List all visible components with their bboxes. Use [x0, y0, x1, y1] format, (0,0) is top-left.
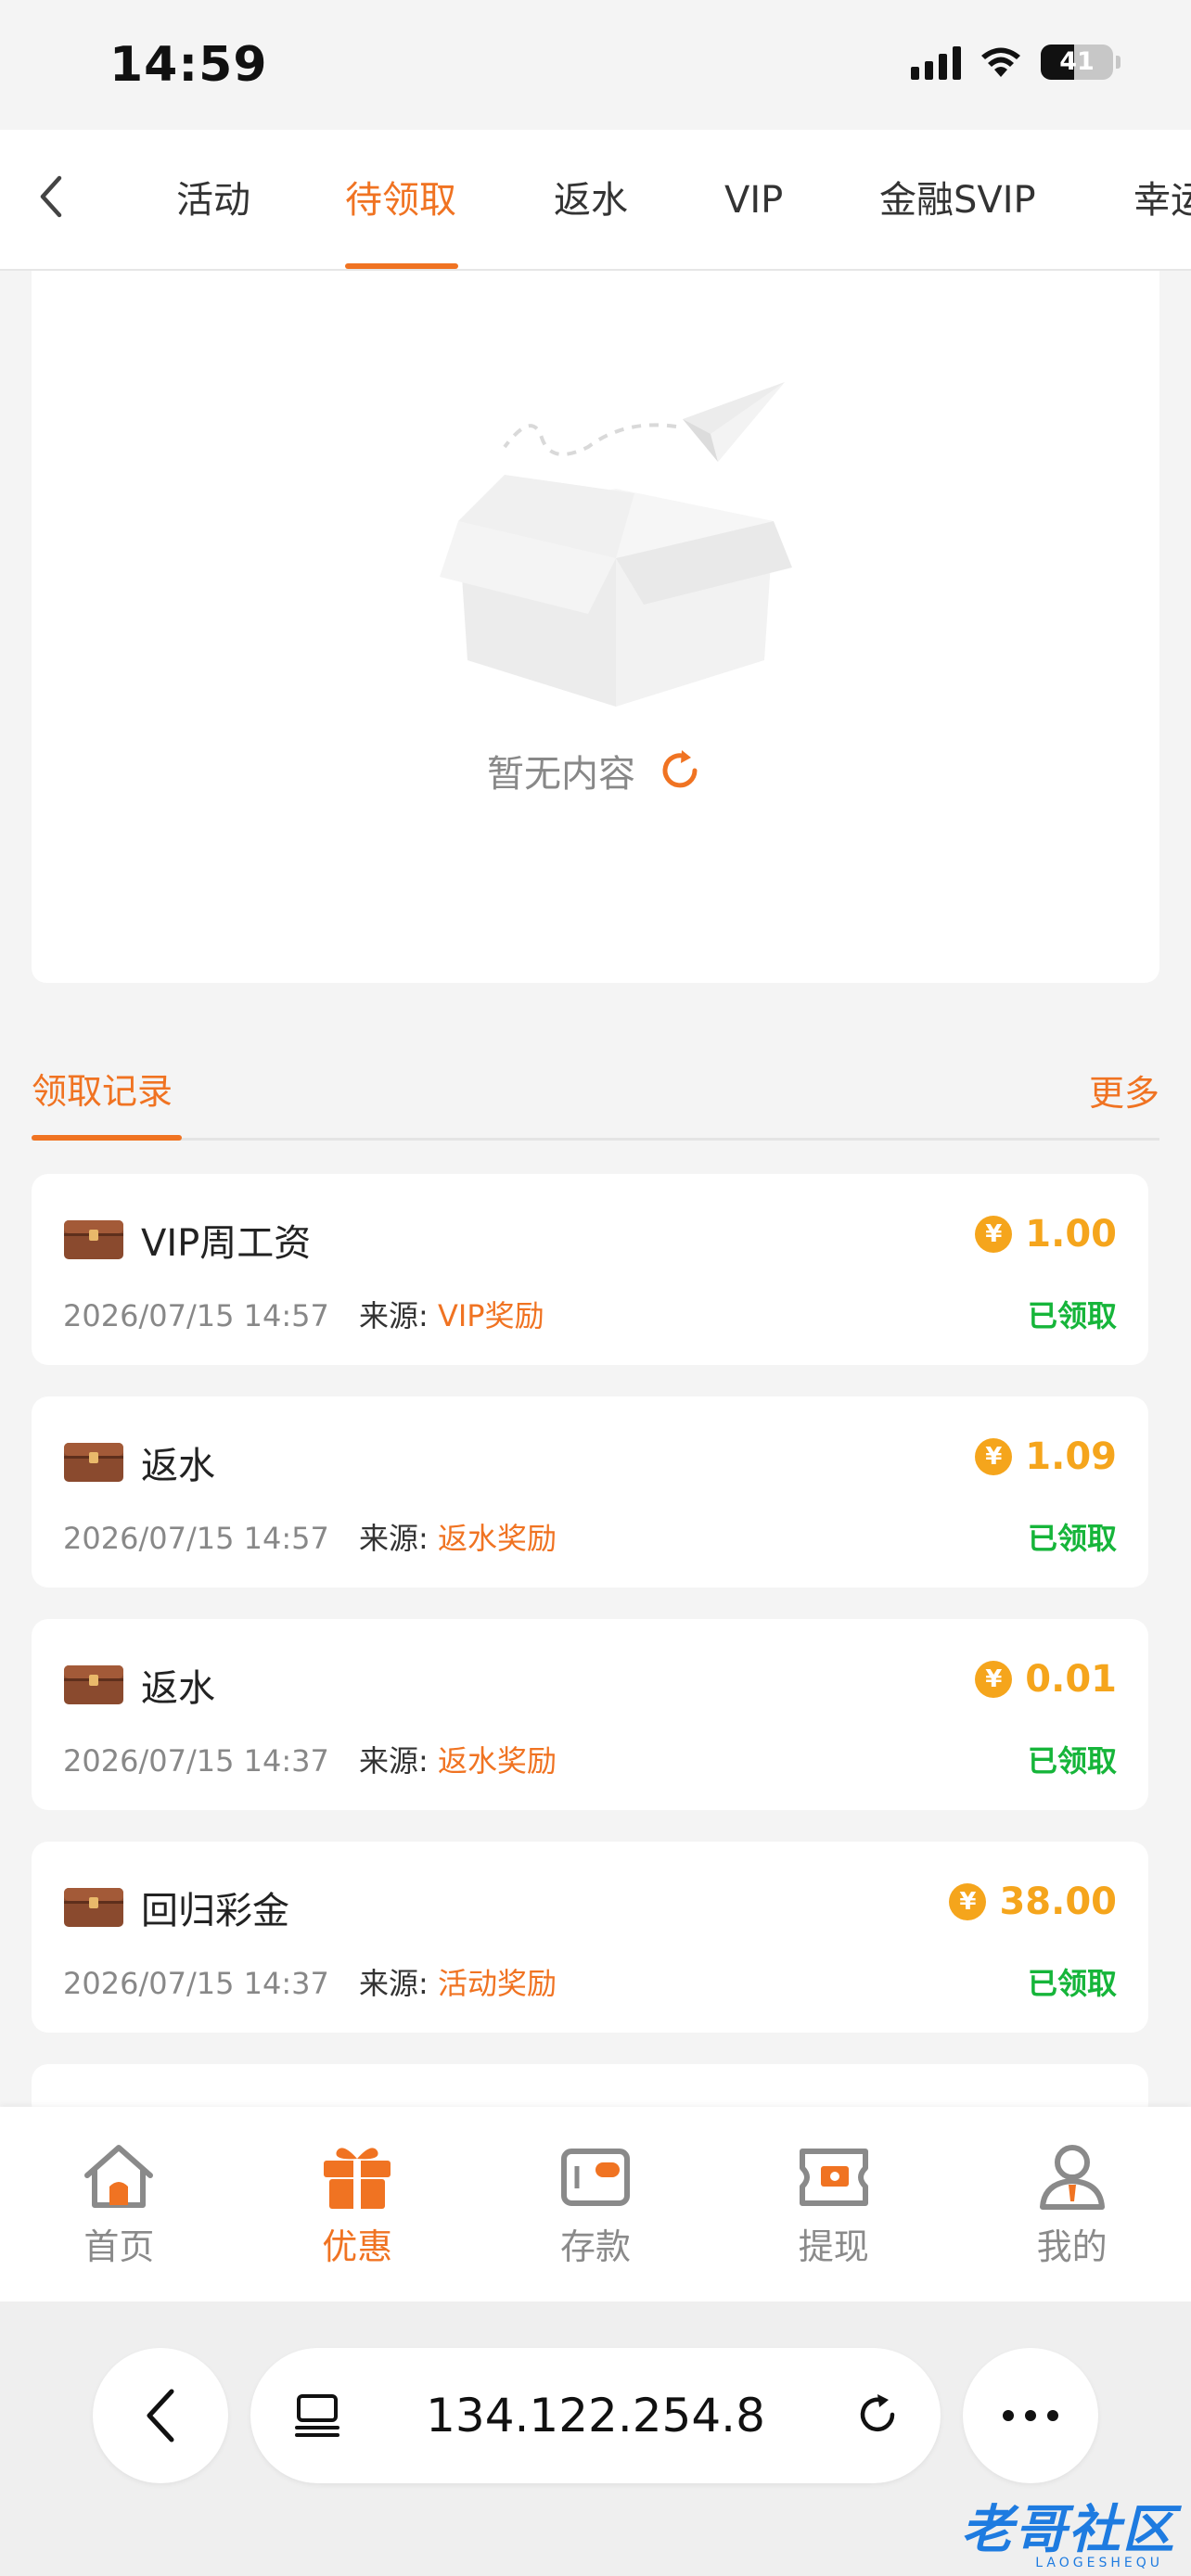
record-card[interactable]: 返水 ¥ 1.09 2026/07/15 14:57 来源: 返水奖励 已领取 [32, 1396, 1148, 1588]
coin-icon: ¥ [975, 1438, 1013, 1475]
category-tabbar: 活动 待领取 返水 VIP 金融SVIP 幸运 [0, 130, 1191, 271]
records-title-underline [32, 1135, 182, 1141]
browser-back-button[interactable] [93, 2348, 228, 2483]
record-title: 回归彩金 [141, 1890, 289, 1932]
empty-state-text: 暂无内容 [487, 753, 635, 796]
record-meta: 2026/07/15 14:37 来源: 返水奖励 [63, 1738, 557, 1780]
amount-value: 1.09 [1025, 1435, 1117, 1478]
tab-activity[interactable]: 活动 [176, 130, 250, 269]
source-label: 来源: [359, 1743, 429, 1779]
nav-label: 提现 [798, 2226, 869, 2267]
record-time: 2026/07/15 14:37 [63, 1743, 329, 1779]
chevron-left-icon [147, 2389, 174, 2442]
status-claimed: 已领取 [1027, 1521, 1117, 1556]
tab-rebate[interactable]: 返水 [554, 130, 628, 269]
source-value: 返水奖励 [437, 1743, 557, 1779]
cellular-signal-icon [911, 45, 961, 80]
empty-box-illustration [440, 382, 792, 707]
active-tab-indicator [345, 263, 458, 269]
nav-profile[interactable]: 我的 [953, 2107, 1191, 2302]
more-dots-icon [1003, 2410, 1058, 2421]
wallet-icon [560, 2149, 630, 2206]
back-button[interactable] [28, 169, 74, 224]
withdraw-icon [799, 2149, 868, 2206]
nav-label: 存款 [559, 2226, 631, 2267]
amount-value: 1.00 [1025, 1213, 1117, 1256]
battery-level: 41 [1059, 47, 1095, 76]
url-text: 134.122.254.8 [426, 2389, 765, 2442]
wifi-icon [981, 47, 1020, 77]
record-card[interactable]: 回归彩金 ¥ 38.00 2026/07/15 14:37 来源: 活动奖励 已… [32, 1842, 1148, 2033]
amount-value: 0.01 [1025, 1658, 1117, 1701]
nav-label: 首页 [83, 2226, 155, 2267]
watermark-sub: LAOGESHEQU [1035, 2556, 1163, 2570]
nav-promotions[interactable]: 优惠 [238, 2107, 477, 2302]
amount-value: 38.00 [999, 1881, 1117, 1923]
source-label: 来源: [359, 1966, 429, 2001]
record-amount: ¥ 1.00 [975, 1213, 1117, 1256]
gift-icon [324, 2148, 391, 2209]
source-value: 返水奖励 [437, 1521, 557, 1556]
treasure-chest-icon [64, 1220, 123, 1259]
source-label: 来源: [359, 1298, 429, 1333]
chevron-left-icon [40, 175, 62, 218]
coin-icon: ¥ [949, 1883, 987, 1920]
refresh-icon[interactable] [656, 746, 704, 795]
treasure-chest-icon [64, 1443, 123, 1482]
records-title[interactable]: 领取记录 [32, 1063, 173, 1114]
reload-icon[interactable] [852, 2389, 903, 2441]
treasure-chest-icon [64, 1665, 123, 1704]
record-card[interactable]: 返水 ¥ 0.01 2026/07/15 14:37 来源: 返水奖励 已领取 [32, 1619, 1148, 1810]
record-time: 2026/07/15 14:57 [63, 1521, 329, 1556]
tab-finance-svip[interactable]: 金融SVIP [879, 130, 1036, 269]
record-card[interactable]: VIP周工资 ¥ 1.00 2026/07/15 14:57 来源: VIP奖励… [32, 1174, 1148, 1365]
refresh-icon-glyph [662, 750, 698, 788]
watermark-logo: 老哥社区 [961, 2500, 1176, 2560]
record-time: 2026/07/15 14:37 [63, 1966, 329, 2001]
status-bar: 14:59 41 [0, 0, 1191, 130]
address-bar[interactable]: 134.122.254.8 [250, 2348, 941, 2483]
tab-vip[interactable]: VIP [724, 130, 783, 269]
record-title: 返水 [141, 1667, 215, 1710]
status-claimed: 已领取 [1027, 1298, 1117, 1333]
record-amount: ¥ 1.09 [975, 1435, 1117, 1478]
treasure-chest-icon [64, 1888, 123, 1927]
source-value: VIP奖励 [437, 1298, 544, 1333]
home-icon [84, 2145, 154, 2208]
tab-pending[interactable]: 待领取 [345, 130, 456, 269]
empty-state-row: 暂无内容 [32, 744, 1159, 797]
status-time: 14:59 [109, 37, 268, 93]
more-link[interactable]: 更多 [1089, 1065, 1159, 1116]
nav-label: 我的 [1036, 2226, 1108, 2267]
record-title: 返水 [141, 1445, 215, 1487]
status-icons: 41 [911, 45, 1121, 80]
source-label: 来源: [359, 1521, 429, 1556]
empty-state-card: 暂无内容 [32, 271, 1159, 983]
records-header: 领取记录 更多 [32, 1037, 1159, 1141]
nav-withdraw[interactable]: 提现 [714, 2107, 953, 2302]
status-claimed: 已领取 [1027, 1743, 1117, 1779]
nav-deposit[interactable]: 存款 [477, 2107, 715, 2302]
record-meta: 2026/07/15 14:57 来源: 返水奖励 [63, 1515, 557, 1558]
coin-icon: ¥ [975, 1661, 1013, 1698]
source-value: 活动奖励 [437, 1966, 557, 2001]
record-amount: ¥ 0.01 [975, 1658, 1117, 1701]
status-claimed: 已领取 [1027, 1966, 1117, 2001]
record-meta: 2026/07/15 14:57 来源: VIP奖励 [63, 1293, 544, 1335]
battery-icon: 41 [1041, 45, 1121, 80]
browser-more-button[interactable] [963, 2348, 1098, 2483]
tab-lucky[interactable]: 幸运 [1133, 130, 1191, 269]
profile-icon [1039, 2145, 1105, 2210]
nav-label: 优惠 [322, 2226, 393, 2267]
browser-toolbar: 134.122.254.8 老哥社区 LAOGESHEQU [0, 2302, 1191, 2576]
record-title: VIP周工资 [141, 1222, 312, 1265]
nav-home[interactable]: 首页 [0, 2107, 238, 2302]
record-time: 2026/07/15 14:57 [63, 1298, 329, 1333]
bottom-nav: 首页 优惠 存款 提现 我的 [0, 2107, 1191, 2302]
coin-icon: ¥ [975, 1216, 1013, 1253]
record-amount: ¥ 38.00 [949, 1881, 1117, 1923]
record-meta: 2026/07/15 14:37 来源: 活动奖励 [63, 1960, 557, 2003]
